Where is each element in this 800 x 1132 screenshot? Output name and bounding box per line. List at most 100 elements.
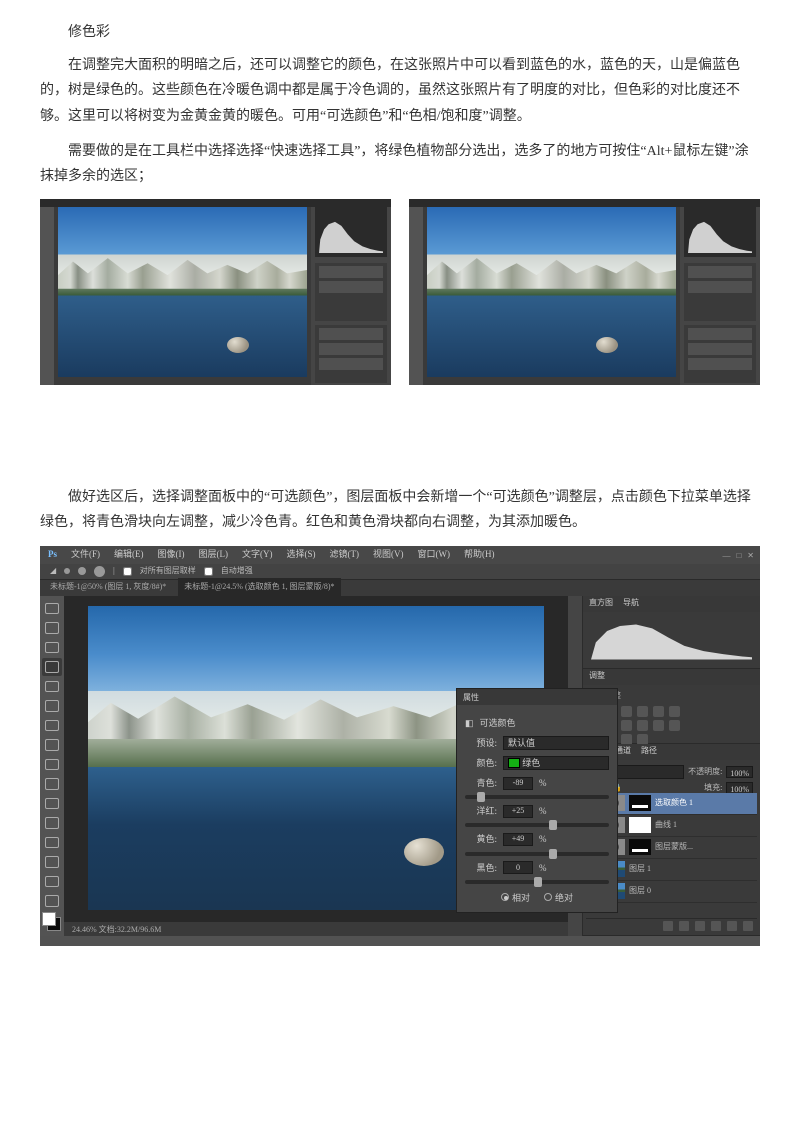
opt-sample-all: 对所有图层取样 — [140, 564, 196, 578]
selective-color-panel: 属性 ◧ 可选颜色 预设: 默认值 颜色: 绿色 青色: — [456, 688, 618, 914]
adjustment-add-icon[interactable] — [695, 921, 705, 931]
color-label: 颜色: — [465, 755, 497, 771]
histogram-tab[interactable]: 直方图 — [589, 596, 613, 610]
opacity-value[interactable]: 100% — [726, 766, 753, 778]
eraser-tool-icon[interactable] — [42, 795, 62, 813]
history-brush-tool-icon[interactable] — [42, 775, 62, 793]
preset-label: 预设: — [465, 735, 497, 751]
fx-icon[interactable] — [663, 921, 673, 931]
magenta-label: 洋红: — [465, 803, 497, 819]
minimize-icon[interactable]: — — [722, 549, 730, 563]
ps-logo-icon: Ps — [48, 546, 57, 562]
curves-icon[interactable] — [621, 706, 632, 717]
layers-footer — [586, 918, 757, 932]
photoshop-large: Ps 文件(F) 编辑(E) 图像(I) 图层(L) 文字(Y) 选择(S) 滤… — [40, 546, 760, 946]
adjustments-tab[interactable]: 调整 — [589, 669, 605, 683]
document-tabs: 未标题-1@50% (图层 1, 灰度/8#)* 未标题-1@24.5% (选取… — [40, 580, 760, 596]
photoshop-thumb-left — [40, 199, 391, 385]
green-swatch-icon — [508, 758, 520, 768]
tool-icon: ◢ — [50, 564, 56, 578]
invert-icon[interactable] — [669, 720, 680, 731]
menu-type[interactable]: 文字(Y) — [242, 546, 273, 562]
heal-tool-icon[interactable] — [42, 717, 62, 735]
doc-tab-1[interactable]: 未标题-1@50% (图层 1, 灰度/8#)* — [50, 580, 166, 594]
color-swatch-icon[interactable] — [42, 912, 62, 931]
navigator-tab[interactable]: 导航 — [623, 596, 639, 610]
menu-select[interactable]: 选择(S) — [287, 546, 316, 562]
photoshop-thumb-right — [409, 199, 760, 385]
menu-help[interactable]: 帮助(H) — [464, 546, 495, 562]
mask-add-icon[interactable] — [679, 921, 689, 931]
black-slider[interactable] — [465, 880, 609, 884]
histogram-icon — [684, 203, 756, 257]
menu-window[interactable]: 窗口(W) — [418, 546, 451, 562]
preset-select[interactable]: 默认值 — [503, 736, 609, 750]
trash-icon[interactable] — [743, 921, 753, 931]
paragraph-2: 需要做的是在工具栏中选择选择“快速选择工具”，将绿色植物部分选出，选多了的地方可… — [40, 139, 760, 189]
mask-thumb-icon — [629, 839, 651, 855]
absolute-radio[interactable]: 绝对 — [544, 890, 573, 906]
magenta-slider[interactable] — [465, 823, 609, 827]
menu-file[interactable]: 文件(F) — [71, 546, 100, 562]
close-icon[interactable]: ✕ — [747, 549, 754, 563]
menu-image[interactable]: 图像(I) — [158, 546, 185, 562]
pen-tool-icon[interactable] — [42, 873, 62, 891]
maximize-icon[interactable]: □ — [736, 549, 741, 563]
canvas-area[interactable]: 24.46% 文档:32.2M/96.6M 属性 ◧ 可选颜色 预设: 默认值 … — [64, 596, 568, 936]
paragraph-3: 做好选区后，选择调整面板中的“可选颜色”，图层面板中会新增一个“可选颜色”调整层… — [40, 485, 760, 535]
dodge-tool-icon[interactable] — [42, 853, 62, 871]
stamp-tool-icon[interactable] — [42, 756, 62, 774]
magenta-value[interactable]: +25 — [503, 805, 533, 818]
panel-tab-properties[interactable]: 属性 — [457, 689, 617, 705]
mask-thumb-icon — [629, 817, 651, 833]
sample-all-checkbox[interactable] — [123, 567, 132, 576]
lasso-tool-icon[interactable] — [42, 639, 62, 657]
lut-icon[interactable] — [653, 720, 664, 731]
yellow-value[interactable]: +49 — [503, 833, 533, 846]
group-icon[interactable] — [711, 921, 721, 931]
quick-select-tool-icon[interactable] — [42, 658, 62, 676]
marquee-tool-icon[interactable] — [42, 619, 62, 637]
cyan-value[interactable]: -89 — [503, 777, 533, 790]
paths-tab[interactable]: 路径 — [641, 744, 657, 758]
eyedropper-tool-icon[interactable] — [42, 697, 62, 715]
cyan-slider[interactable] — [465, 795, 609, 799]
adjustment-type-icon: ◧ — [465, 715, 474, 731]
yellow-label: 黄色: — [465, 831, 497, 847]
panel-name: 可选颜色 — [480, 715, 516, 731]
tools-panel — [40, 596, 64, 936]
relative-radio[interactable]: 相对 — [501, 890, 530, 906]
yellow-slider[interactable] — [465, 852, 609, 856]
menu-view[interactable]: 视图(V) — [373, 546, 404, 562]
hue-icon[interactable] — [669, 706, 680, 717]
status-bar: 24.46% 文档:32.2M/96.6M — [64, 922, 568, 936]
menu-bar: Ps 文件(F) 编辑(E) 图像(I) 图层(L) 文字(Y) 选择(S) 滤… — [40, 546, 760, 564]
vibrance-icon[interactable] — [653, 706, 664, 717]
black-label: 黑色: — [465, 860, 497, 876]
histogram-icon — [315, 203, 387, 257]
black-value[interactable]: 0 — [503, 861, 533, 874]
menu-filter[interactable]: 滤镜(T) — [330, 546, 360, 562]
cyan-label: 青色: — [465, 775, 497, 791]
new-layer-icon[interactable] — [727, 921, 737, 931]
histogram-panel — [583, 612, 760, 668]
screenshot-row-top — [40, 199, 760, 385]
paragraph-1: 在调整完大面积的明暗之后，还可以调整它的颜色，在这张照片中可以看到蓝色的水，蓝色… — [40, 53, 760, 129]
mask-thumb-icon — [629, 795, 651, 811]
color-select[interactable]: 绿色 — [503, 756, 609, 770]
move-tool-icon[interactable] — [42, 600, 62, 618]
type-tool-icon[interactable] — [42, 892, 62, 910]
exposure-icon[interactable] — [637, 706, 648, 717]
auto-enhance-checkbox[interactable] — [204, 567, 213, 576]
photo-filter-icon[interactable] — [621, 720, 632, 731]
blur-tool-icon[interactable] — [42, 834, 62, 852]
opt-auto-enhance: 自动增强 — [221, 564, 253, 578]
menu-layer[interactable]: 图层(L) — [199, 546, 229, 562]
gradient-tool-icon[interactable] — [42, 814, 62, 832]
brush-tool-icon[interactable] — [42, 736, 62, 754]
doc-tab-2[interactable]: 未标题-1@24.5% (选取颜色 1, 图层蒙版/8)* — [178, 578, 340, 596]
crop-tool-icon[interactable] — [42, 678, 62, 696]
channel-mixer-icon[interactable] — [637, 720, 648, 731]
menu-edit[interactable]: 编辑(E) — [114, 546, 144, 562]
options-bar: ◢ | 对所有图层取样 自动增强 — [40, 564, 760, 580]
